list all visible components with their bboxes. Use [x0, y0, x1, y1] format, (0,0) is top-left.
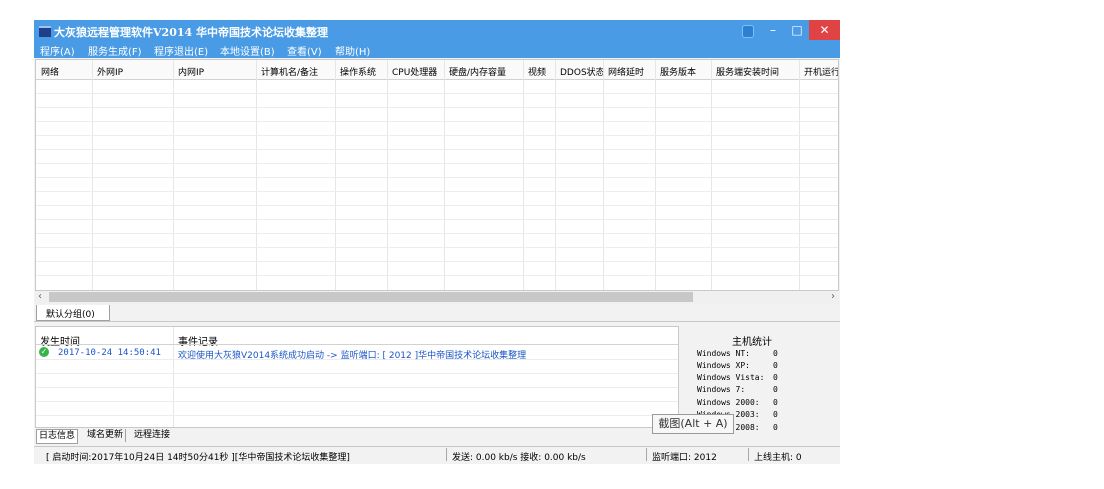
- host-list-header: 网络 外网IP 内网IP 计算机名/备注 操作系统 CPU处理器 硬盘/内存容量…: [36, 60, 838, 80]
- col-install-time[interactable]: 服务端安装时间: [716, 65, 779, 78]
- host-list[interactable]: 网络 外网IP 内网IP 计算机名/备注 操作系统 CPU处理器 硬盘/内存容量…: [35, 59, 839, 291]
- tab-domain-update[interactable]: 域名更新: [85, 429, 127, 442]
- menu-bar: 程序(A) 服务生成(F) 程序退出(E) 本地设置(B) 查看(V) 帮助(H…: [34, 42, 840, 58]
- stat-row: Windows NT: 0: [697, 349, 778, 358]
- window-title: 大灰狼远程管理软件V2014 华中帝国技术论坛收集整理: [54, 26, 328, 39]
- tab-remote-connect[interactable]: 远程连接: [132, 429, 172, 442]
- host-stats-title: 主机统计: [732, 337, 772, 348]
- col-server-version[interactable]: 服务版本: [660, 65, 696, 78]
- col-ddos[interactable]: DDOS状态: [560, 65, 605, 78]
- status-listen-port: 监听端口: 2012: [652, 453, 717, 463]
- scroll-left-icon[interactable]: ‹: [38, 291, 42, 302]
- col-network[interactable]: 网络: [41, 65, 59, 78]
- menu-program[interactable]: 程序(A): [40, 43, 75, 58]
- status-start-time: [ 启动时间:2017年10月24日 14时50分41秒 ][华中帝国技术论坛收…: [46, 453, 350, 463]
- stat-row: Windows XP: 0: [697, 361, 778, 370]
- col-cpu[interactable]: CPU处理器: [392, 65, 437, 78]
- col-public-ip[interactable]: 外网IP: [97, 65, 123, 78]
- success-check-icon: ✓: [39, 347, 49, 357]
- col-startup[interactable]: 开机运行: [804, 65, 838, 78]
- log-header-time: 发生时间: [40, 337, 80, 348]
- menu-help[interactable]: 帮助(H): [335, 43, 370, 58]
- scrollbar-thumb[interactable]: [49, 292, 693, 302]
- status-bar: [ 启动时间:2017年10月24日 14时50分41秒 ][华中帝国技术论坛收…: [34, 446, 840, 463]
- close-button[interactable]: ✕: [809, 20, 840, 40]
- status-traffic: 发送: 0.00 kb/s 接收: 0.00 kb/s: [452, 453, 586, 463]
- stat-row: Windows Vista: 0: [697, 373, 778, 382]
- app-icon: [39, 26, 51, 37]
- log-time: 2017-10-24 14:50:41: [58, 348, 161, 358]
- minimize-button[interactable]: –: [761, 20, 785, 40]
- divider: [34, 321, 840, 322]
- tab-log-info[interactable]: 日志信息: [36, 429, 79, 444]
- horizontal-scrollbar[interactable]: ‹ ›: [35, 291, 839, 304]
- col-private-ip[interactable]: 内网IP: [178, 65, 204, 78]
- stat-row: Windows 2000: 0: [697, 398, 778, 407]
- main-window: 大灰狼远程管理软件V2014 华中帝国技术论坛收集整理 – □ ✕ 程序(A) …: [34, 20, 840, 464]
- screenshot-tool-icon[interactable]: [742, 25, 754, 38]
- menu-view[interactable]: 查看(V): [287, 43, 322, 58]
- event-log[interactable]: 发生时间 事件记录 ✓ 2017-10-24 14:50:41 欢迎使用大灰狼V…: [35, 326, 679, 428]
- col-disk-memory[interactable]: 硬盘/内存容量: [449, 65, 506, 78]
- scroll-right-icon[interactable]: ›: [831, 291, 835, 302]
- tab-default-group-label: 默认分组(0): [46, 310, 95, 320]
- menu-local-settings[interactable]: 本地设置(B): [220, 43, 275, 58]
- log-header-event: 事件记录: [178, 337, 218, 348]
- maximize-button[interactable]: □: [785, 20, 809, 40]
- menu-build-server[interactable]: 服务生成(F): [88, 43, 142, 58]
- col-latency[interactable]: 网络延时: [608, 65, 644, 78]
- bottom-tabs: 日志信息 域名更新 远程连接: [35, 428, 679, 444]
- stat-row: Windows 7: 0: [697, 385, 778, 394]
- col-computer-name[interactable]: 计算机名/备注: [261, 65, 318, 78]
- title-bar[interactable]: 大灰狼远程管理软件V2014 华中帝国技术论坛收集整理 – □ ✕: [34, 20, 840, 42]
- log-event: 欢迎使用大灰狼V2014系统成功启动 -> 监听端口: [ 2012 ]华中帝国…: [178, 351, 527, 361]
- status-online-hosts: 上线主机: 0: [754, 453, 802, 463]
- menu-exit[interactable]: 程序退出(E): [154, 43, 208, 58]
- col-video[interactable]: 视频: [528, 65, 546, 78]
- col-os[interactable]: 操作系统: [340, 65, 376, 78]
- tab-default-group[interactable]: 默认分组(0): [36, 305, 110, 321]
